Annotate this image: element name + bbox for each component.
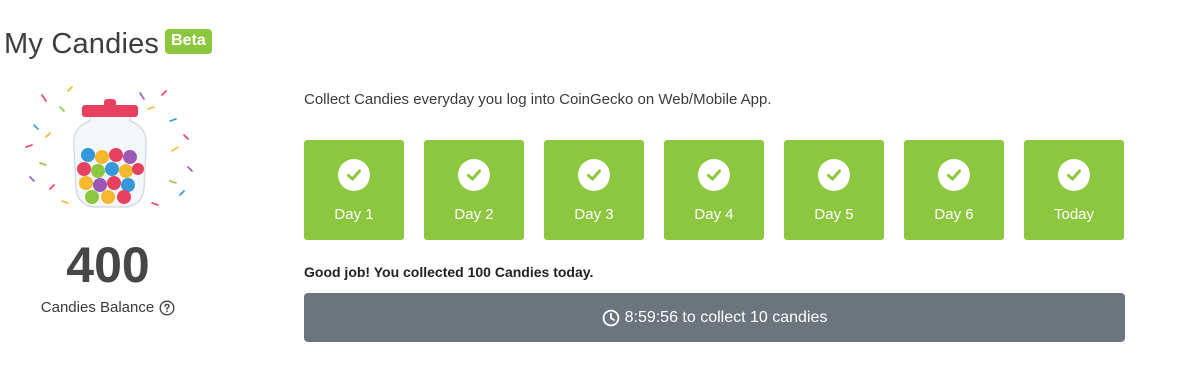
check-icon (938, 159, 970, 191)
day-card-6[interactable]: Day 6 (904, 140, 1004, 240)
day-label: Day 5 (814, 206, 854, 223)
candies-balance-label-row: Candies Balance (20, 299, 196, 316)
check-icon (338, 159, 370, 191)
check-icon (818, 159, 850, 191)
candies-balance-value: 400 (66, 237, 150, 293)
check-icon (1058, 159, 1090, 191)
intro-text: Collect Candies everyday you log into Co… (304, 91, 772, 108)
day-label: Day 2 (454, 206, 494, 223)
day-card-4[interactable]: Day 4 (664, 140, 764, 240)
candies-balance-label: Candies Balance (40, 299, 155, 316)
daily-streak: Day 1 Day 2 Day 3 Day 4 Day 5 Day 6 Toda… (304, 140, 1124, 240)
clock-icon (602, 309, 619, 326)
page-title-text: My Candies (4, 28, 160, 60)
day-card-3[interactable]: Day 3 (544, 140, 644, 240)
page-title: My Candies Beta (4, 28, 212, 61)
collection-status-text: Good job! You collected 100 Candies toda… (304, 264, 594, 280)
day-label: Day 3 (574, 206, 614, 223)
check-icon (458, 159, 490, 191)
beta-badge: Beta (165, 29, 212, 54)
day-label: Day 1 (334, 206, 374, 223)
question-circle-icon[interactable] (159, 299, 175, 316)
collect-candies-button[interactable]: 8:59:56 to collect 10 candies (304, 293, 1125, 342)
day-card-5[interactable]: Day 5 (784, 140, 884, 240)
day-label: Day 4 (694, 206, 734, 223)
check-icon (698, 159, 730, 191)
candy-jar-illustration (25, 86, 193, 208)
day-card-1[interactable]: Day 1 (304, 140, 404, 240)
day-card-2[interactable]: Day 2 (424, 140, 524, 240)
day-label: Today (1053, 206, 1095, 223)
check-icon (578, 159, 610, 191)
collect-button-label: 8:59:56 to collect 10 candies (624, 308, 828, 326)
day-card-today[interactable]: Today (1024, 140, 1124, 240)
day-label: Day 6 (934, 206, 974, 223)
